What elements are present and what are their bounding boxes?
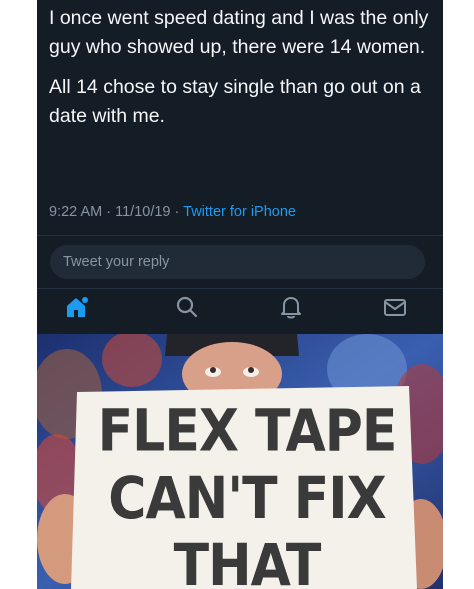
sign-line-2: CAN'T FIX	[108, 465, 386, 533]
meme-photo: FLEX TAPE CAN'T FIX THAT	[37, 334, 443, 589]
tweet-meta: 9:22 AM · 11/10/19 · Twitter for iPhone	[49, 204, 296, 220]
tweet-date: 11/10/19	[115, 204, 171, 220]
reply-input[interactable]: Tweet your reply	[50, 245, 425, 279]
home-icon[interactable]	[64, 294, 90, 320]
sign-text: FLEX TAPE CAN'T FIX THAT	[79, 398, 415, 589]
meta-separator: ·	[174, 204, 180, 220]
tweet-time: 9:22 AM	[49, 204, 103, 220]
reply-placeholder: Tweet your reply	[63, 254, 170, 270]
divider	[37, 288, 443, 289]
sign-line-1: FLEX TAPE	[97, 398, 398, 466]
notifications-icon[interactable]	[278, 294, 304, 320]
tweet-panel: I once went speed dating and I was the o…	[37, 0, 443, 334]
sign-line-3: THAT	[173, 532, 322, 589]
search-icon[interactable]	[174, 294, 200, 320]
tweet-paragraph-1: I once went speed dating and I was the o…	[49, 7, 429, 58]
divider	[37, 235, 443, 236]
tweet-paragraph-2: All 14 chose to stay single than go out …	[49, 76, 421, 127]
tweet-source-link[interactable]: Twitter for iPhone	[183, 204, 296, 220]
messages-icon[interactable]	[382, 294, 408, 320]
meta-separator: ·	[106, 204, 112, 220]
tweet-text: I once went speed dating and I was the o…	[49, 4, 437, 142]
